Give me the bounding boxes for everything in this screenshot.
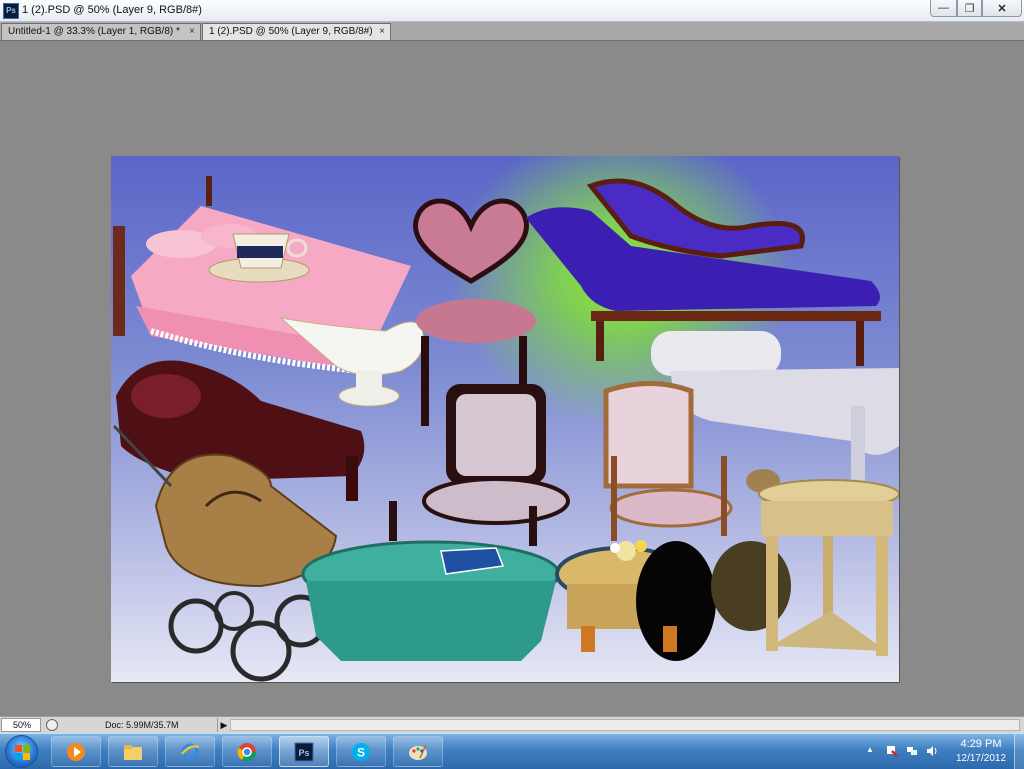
media-player-icon	[67, 743, 85, 761]
canvas-artwork	[112, 176, 899, 682]
show-hidden-icons-arrow-icon[interactable]: ▲	[866, 745, 874, 754]
tab-close-icon[interactable]: ×	[189, 26, 195, 37]
horizontal-scrollbar[interactable]	[230, 719, 1020, 731]
document-size-info: Doc: 5.99M/35.7M	[105, 720, 179, 730]
gravy-boat-image	[279, 317, 424, 407]
photoshop-app-icon[interactable]: Ps	[3, 3, 19, 19]
zoom-level-field[interactable]: 50%	[1, 718, 41, 732]
workspace	[0, 41, 1024, 716]
windows-flag-icon	[23, 745, 30, 752]
tab-untitled-1[interactable]: Untitled-1 @ 33.3% (Layer 1, RGB/8) * ×	[1, 23, 201, 40]
start-button[interactable]	[5, 735, 38, 768]
windows-flag-icon	[23, 753, 30, 760]
clock-time[interactable]: 4:29 PM	[954, 738, 1008, 750]
taskbar-skype[interactable]: S	[336, 736, 386, 767]
chrome-icon	[237, 743, 257, 762]
skype-icon: S	[352, 743, 370, 761]
zoom-preview-icon[interactable]	[46, 719, 58, 731]
system-tray: ▲ 4:29 PM 12/17/2012	[858, 734, 1024, 769]
windows-taskbar: Ps S ▲ 4:29 PM 12/17/2012	[0, 733, 1024, 769]
close-button[interactable]: ✕	[982, 0, 1022, 17]
show-desktop-button[interactable]	[1014, 734, 1024, 769]
status-menu-arrow-icon[interactable]: ▶	[217, 718, 230, 732]
windows-flag-icon	[15, 745, 22, 752]
minimize-button[interactable]: —	[930, 0, 957, 17]
tab-1-2-psd[interactable]: 1 (2).PSD @ 50% (Layer 9, RGB/8#) ×	[202, 23, 391, 40]
taskbar-paint[interactable]	[393, 736, 443, 767]
svg-text:Ps: Ps	[298, 748, 309, 758]
paint-palette-icon	[409, 744, 427, 760]
document-tab-bar: Untitled-1 @ 33.3% (Layer 1, RGB/8) * × …	[0, 22, 1024, 41]
taskbar-chrome[interactable]	[222, 736, 272, 767]
taskbar-media-player[interactable]	[51, 736, 101, 767]
network-icon[interactable]	[906, 745, 918, 757]
photoshop-icon: Ps	[294, 742, 314, 762]
tab-label: Untitled-1 @ 33.3% (Layer 1, RGB/8) *	[8, 26, 180, 37]
document-canvas[interactable]	[111, 156, 899, 682]
taskbar-internet-explorer[interactable]	[165, 736, 215, 767]
tab-close-icon[interactable]: ×	[379, 26, 385, 37]
volume-icon[interactable]	[926, 745, 938, 757]
folder-icon	[124, 745, 142, 760]
svg-text:S: S	[357, 746, 365, 760]
yellow-wicker-table-image	[555, 540, 716, 661]
restore-button[interactable]: ❐	[957, 0, 982, 17]
taskbar-photoshop[interactable]: Ps	[279, 736, 329, 767]
window-title: 1 (2).PSD @ 50% (Layer 9, RGB/8#)	[22, 4, 202, 16]
tab-label: 1 (2).PSD @ 50% (Layer 9, RGB/8#)	[209, 26, 373, 37]
windows-flag-icon	[15, 753, 22, 760]
action-center-icon[interactable]	[886, 745, 898, 757]
clock-date[interactable]: 12/17/2012	[950, 753, 1012, 764]
title-bar: Ps 1 (2).PSD @ 50% (Layer 9, RGB/8#) — ❐…	[0, 0, 1024, 22]
tapestry-chair-image	[389, 384, 570, 546]
status-bar: 50% Doc: 5.99M/35.7M ▶	[0, 716, 1024, 734]
internet-explorer-icon	[181, 743, 200, 761]
taskbar-file-explorer[interactable]	[108, 736, 158, 767]
teal-wicker-table-image	[301, 540, 561, 661]
